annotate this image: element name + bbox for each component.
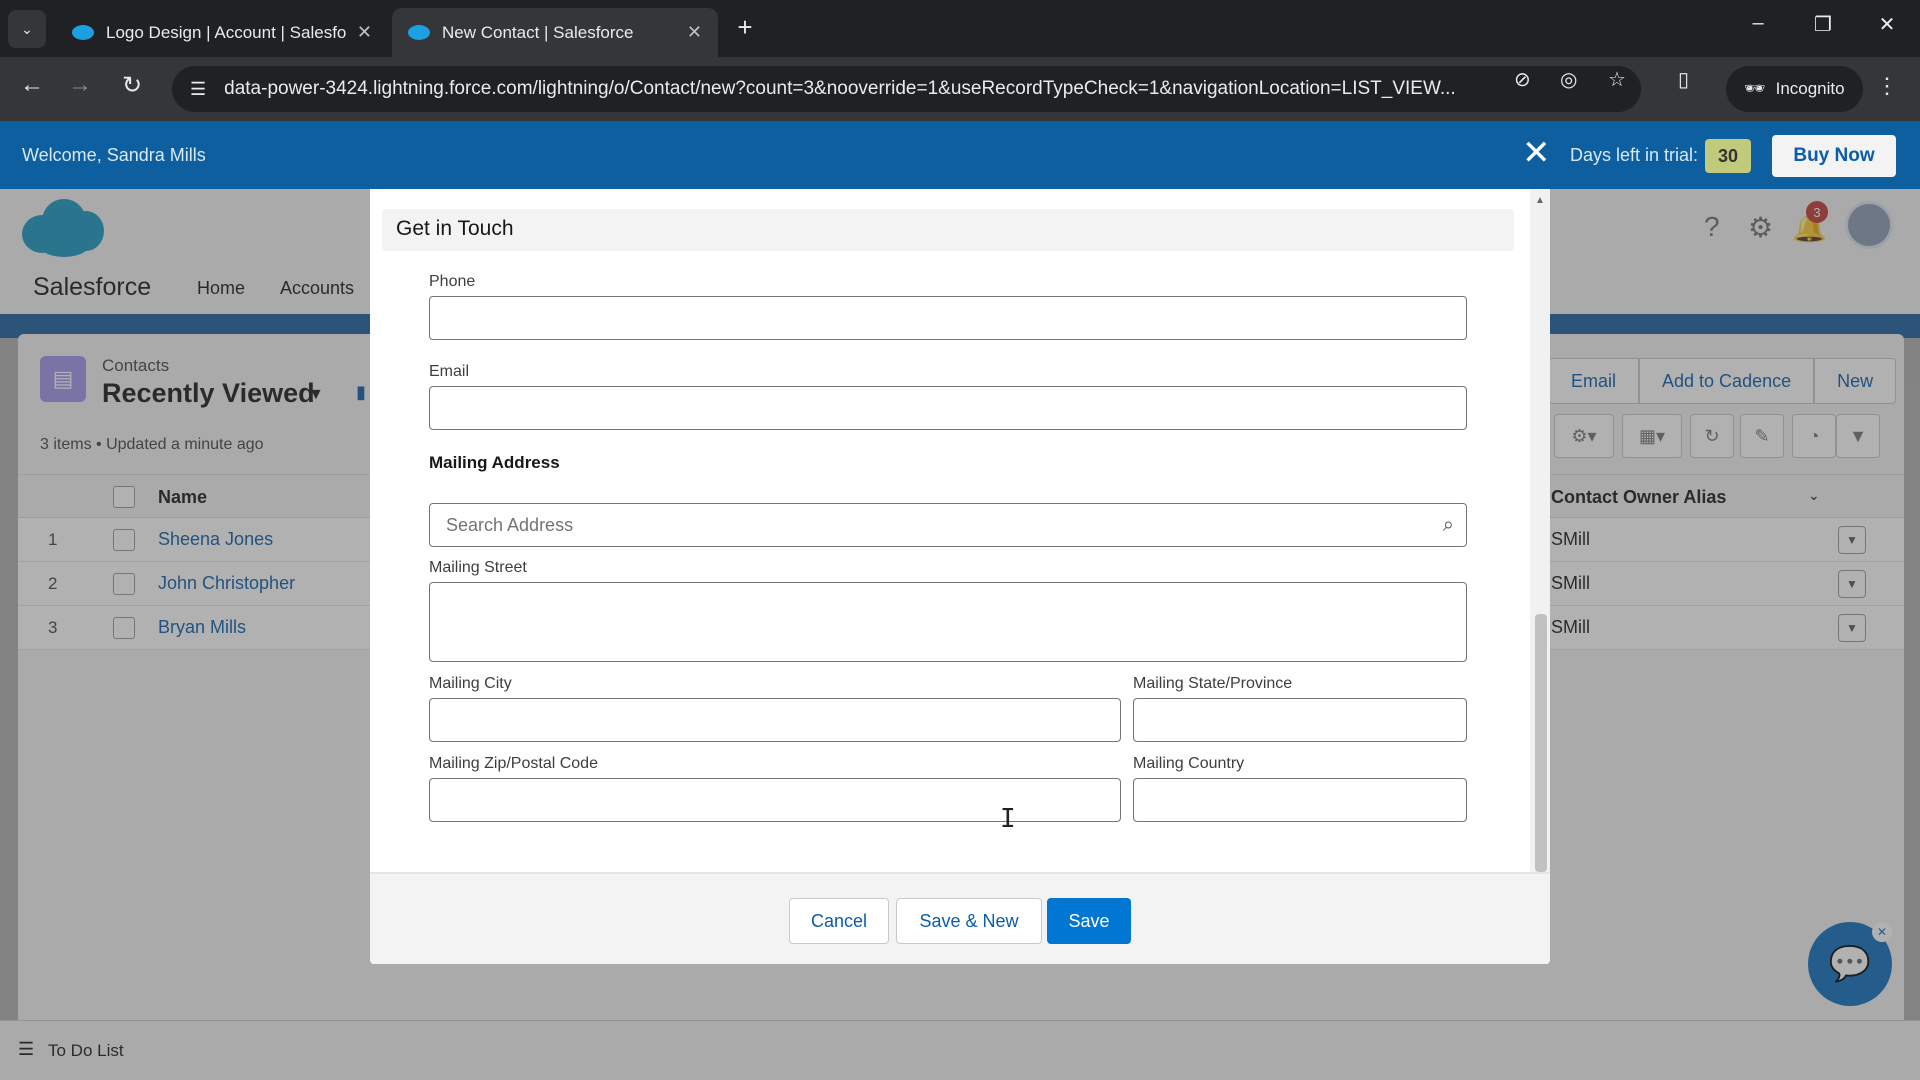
- modal-footer: Cancel Save & New Save: [370, 872, 1550, 964]
- browser-tab-new-contact[interactable]: New Contact | Salesforce ✕: [392, 8, 718, 57]
- restore-icon[interactable]: ❐: [1803, 12, 1843, 37]
- mailing-country-label: Mailing Country: [1133, 755, 1245, 772]
- phone-label: Phone: [429, 273, 476, 290]
- url-text: data-power-3424.lightning.force.com/ligh…: [224, 78, 1456, 99]
- bookmark-star-icon[interactable]: ☆: [1608, 67, 1626, 92]
- days-left-badge: 30: [1705, 139, 1751, 173]
- email-field[interactable]: [429, 386, 1467, 430]
- browser-tabbar: ⌄ Logo Design | Account | Salesfo ✕ New …: [0, 0, 1920, 57]
- mailing-country-field[interactable]: [1133, 778, 1467, 822]
- mailing-zip-label: Mailing Zip/Postal Code: [429, 755, 598, 772]
- back-icon[interactable]: ←: [14, 71, 50, 99]
- cancel-button[interactable]: Cancel: [789, 898, 889, 944]
- section-header-get-in-touch[interactable]: Get in Touch: [382, 209, 1514, 251]
- incognito-label: Incognito: [1775, 79, 1845, 98]
- salesforce-favicon-icon: [72, 25, 94, 40]
- mailing-address-heading: Mailing Address: [429, 453, 560, 472]
- url-omnibox[interactable]: ☰ data-power-3424.lightning.force.com/li…: [172, 66, 1641, 112]
- text-cursor-icon: I: [1000, 804, 1016, 834]
- tab-title: New Contact | Salesforce: [442, 22, 634, 42]
- close-banner-icon[interactable]: ✕: [1522, 133, 1551, 173]
- browser-tab-logo-design[interactable]: Logo Design | Account | Salesfo ✕: [56, 8, 388, 57]
- mailing-state-label: Mailing State/Province: [1133, 675, 1293, 692]
- mailing-city-field[interactable]: [429, 698, 1121, 742]
- mailing-street-label: Mailing Street: [429, 559, 527, 576]
- scrollbar-thumb[interactable]: [1535, 614, 1547, 872]
- tab-close-icon[interactable]: ✕: [357, 22, 372, 43]
- buy-now-button[interactable]: Buy Now: [1772, 135, 1896, 177]
- incognito-icon: 🕶: [1744, 79, 1766, 98]
- email-label: Email: [429, 363, 470, 380]
- mailing-street-field[interactable]: [429, 582, 1467, 662]
- search-address-placeholder: Search Address: [446, 514, 574, 535]
- window-close-icon[interactable]: ✕: [1867, 12, 1907, 37]
- modal-scrollbar[interactable]: ▲: [1530, 189, 1550, 872]
- search-address-input[interactable]: Search Address ⌕: [429, 503, 1467, 547]
- welcome-text: Welcome, Sandra Mills: [22, 145, 206, 165]
- trial-banner: Welcome, Sandra Mills ✕ Days left in tri…: [0, 121, 1920, 189]
- address-bar: ← → ↻ ☰ data-power-3424.lightning.force.…: [0, 57, 1920, 121]
- days-left-label: Days left in trial:: [1570, 145, 1699, 165]
- site-settings-icon[interactable]: ☰: [190, 79, 206, 100]
- mailing-city-label: Mailing City: [429, 675, 512, 692]
- minimize-icon[interactable]: –: [1738, 12, 1778, 35]
- tab-search-icon[interactable]: ⌄: [8, 10, 46, 48]
- tracking-off-icon[interactable]: ⊘: [1514, 67, 1531, 92]
- new-contact-modal: Get in Touch Phone Email Mailing Address…: [370, 189, 1550, 964]
- tab-close-icon[interactable]: ✕: [687, 22, 702, 43]
- scroll-up-icon[interactable]: ▲: [1535, 195, 1545, 206]
- salesforce-favicon-icon: [408, 25, 430, 40]
- side-panel-icon[interactable]: ▯: [1678, 67, 1689, 92]
- forward-icon[interactable]: →: [62, 71, 98, 99]
- mailing-state-field[interactable]: [1133, 698, 1467, 742]
- reload-icon[interactable]: ↻: [114, 71, 150, 100]
- new-tab-icon[interactable]: +: [730, 12, 760, 43]
- phone-field[interactable]: [429, 296, 1467, 340]
- tab-title: Logo Design | Account | Salesfo: [106, 22, 347, 42]
- incognito-badge[interactable]: 🕶 Incognito: [1726, 66, 1863, 112]
- search-icon: ⌕: [1442, 514, 1454, 536]
- eye-off-icon[interactable]: ◎: [1560, 67, 1577, 92]
- save-and-new-button[interactable]: Save & New: [896, 898, 1042, 944]
- mailing-zip-field[interactable]: [429, 778, 1121, 822]
- save-button[interactable]: Save: [1047, 898, 1131, 944]
- browser-menu-icon[interactable]: ⋮: [1876, 73, 1898, 99]
